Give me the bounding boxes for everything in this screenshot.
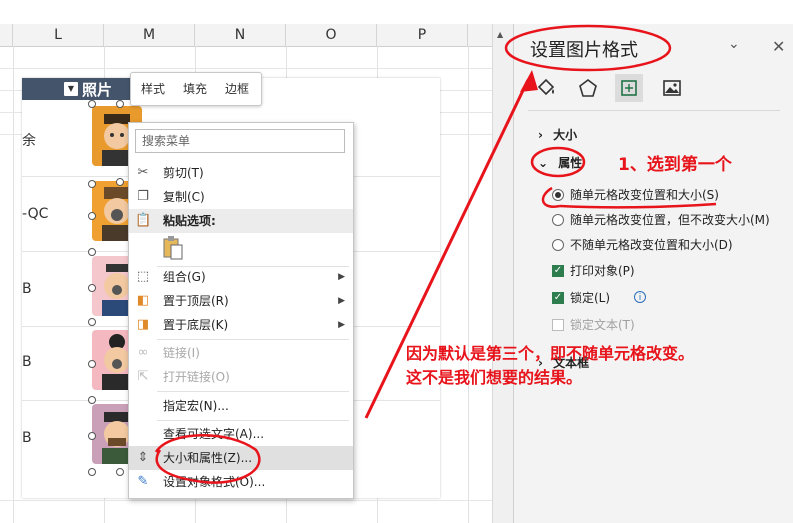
annotation-circle-title [504, 24, 672, 72]
annotation-note-line1: 因为默认是第三个，即不随单元格改变。 [406, 344, 695, 363]
annotation-hook [541, 186, 561, 208]
annotation-overlay [154, 24, 717, 484]
annotation-circle-menu-item [154, 434, 261, 484]
annotation-underline [559, 202, 717, 209]
annotation-step1: 1、选到第一个 [618, 155, 732, 175]
annotation-circle-properties [530, 146, 586, 178]
annotation-note-line2: 这不是我们想要的结果。 [406, 368, 583, 387]
annotation-arrow-head-icon [520, 70, 538, 92]
